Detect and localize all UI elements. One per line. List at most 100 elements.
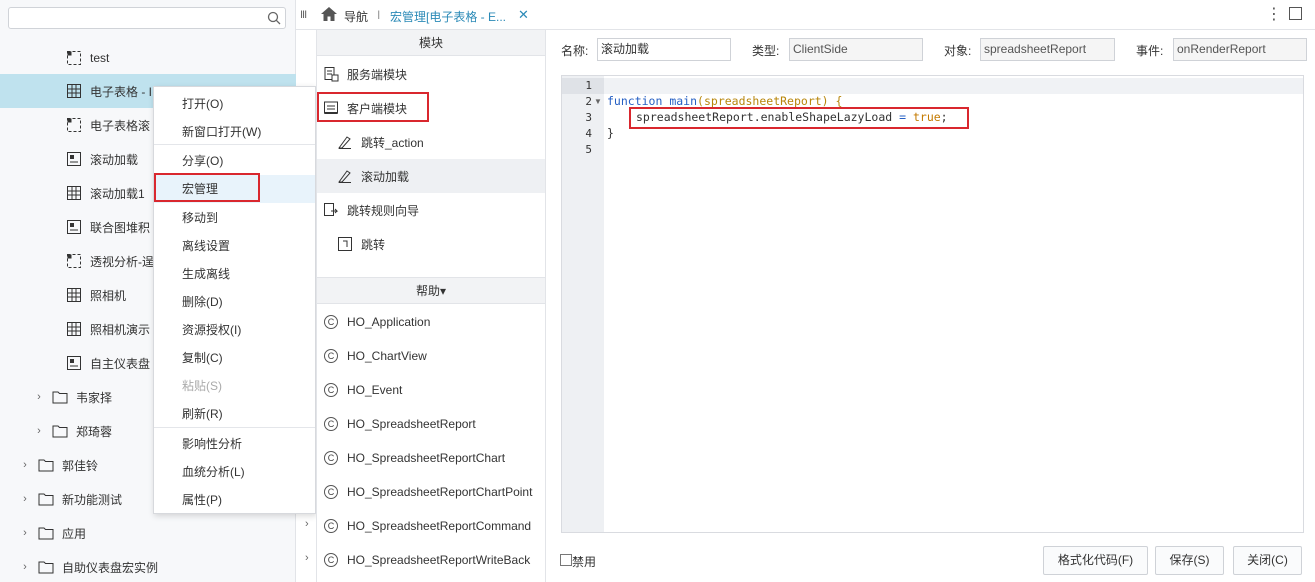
- fold-arrow-icon[interactable]: ▼: [594, 97, 602, 106]
- menu-item-impact-analysis[interactable]: 影响性分析: [154, 430, 315, 458]
- menu-item-move-to[interactable]: 移动到: [154, 204, 315, 232]
- object-label: 对象:: [944, 44, 972, 58]
- help-header[interactable]: 帮助▾: [317, 277, 545, 304]
- table-icon: [66, 321, 82, 337]
- macro-script-icon: [337, 168, 353, 184]
- chevron-right-icon[interactable]: ›: [32, 391, 46, 403]
- disable-checkbox[interactable]: [560, 554, 572, 566]
- dashboard-icon: [66, 151, 82, 167]
- chevron-right-icon[interactable]: ›: [18, 459, 32, 471]
- help-item-label: HO_SpreadsheetReportChart: [347, 451, 506, 465]
- menu-divider: [154, 427, 315, 428]
- class-icon: C: [324, 383, 338, 397]
- save-button[interactable]: 保存(S): [1155, 546, 1224, 575]
- search-input[interactable]: [8, 7, 286, 29]
- server-module-icon: [323, 66, 339, 82]
- code-param: spreadsheetReport: [703, 94, 822, 108]
- type-field: ClientSide: [789, 38, 923, 61]
- dashboard-icon: [66, 219, 82, 235]
- help-item[interactable]: C HO_Event: [317, 373, 545, 407]
- context-menu: 打开(O) 新窗口打开(W) 分享(O) 宏管理 移动到 离线设置 生成离线 删…: [153, 86, 316, 514]
- chevron-right-icon[interactable]: ›: [305, 518, 309, 530]
- close-icon[interactable]: ✕: [518, 7, 529, 23]
- class-icon: C: [324, 349, 338, 363]
- tree-item-test[interactable]: test: [0, 41, 296, 75]
- tab-bar: III 导航 I 宏管理[电子表格 - E... ✕ ⋮: [296, 0, 1315, 30]
- line-number: 2: [585, 95, 592, 108]
- help-item[interactable]: C HO_ChartView: [317, 339, 545, 373]
- menu-item-delete[interactable]: 删除(D): [154, 288, 315, 316]
- class-icon: C: [324, 553, 338, 567]
- format-code-button[interactable]: 格式化代码(F): [1043, 546, 1148, 575]
- menu-item-paste: 粘贴(S): [182, 379, 222, 393]
- menu-item-lineage-analysis[interactable]: 血统分析(L): [154, 458, 315, 486]
- code-function-name: main: [669, 94, 698, 108]
- line-number: 5: [585, 143, 592, 156]
- folder-icon: [38, 559, 54, 575]
- menu-item-properties[interactable]: 属性(P): [154, 486, 315, 514]
- tree-item-label: 应用: [62, 526, 87, 541]
- menu-item-open-new-window[interactable]: 新窗口打开(W): [154, 118, 315, 146]
- panel-toggle-icon[interactable]: III: [300, 9, 307, 21]
- tree-item-label: 郭佳铃: [62, 458, 99, 473]
- disable-label: 禁用: [572, 555, 597, 569]
- tab-navigation[interactable]: 导航: [344, 8, 368, 25]
- chevron-right-icon[interactable]: ›: [305, 552, 309, 564]
- help-item[interactable]: C HO_SpreadsheetReportChart: [317, 441, 545, 475]
- line-number: 3: [585, 111, 592, 124]
- module-jump[interactable]: 跳转: [317, 227, 545, 261]
- more-vertical-icon[interactable]: ⋮: [1266, 4, 1282, 24]
- code-punct: (: [697, 94, 704, 108]
- wizard-icon: [323, 202, 339, 218]
- name-field[interactable]: 滚动加载: [597, 38, 731, 61]
- menu-item-generate-offline[interactable]: 生成离线: [154, 260, 315, 288]
- pivot-icon: [66, 117, 82, 133]
- help-item[interactable]: C HO_SpreadsheetReportWriteBack: [317, 543, 545, 577]
- tree-item-label: 照相机演示: [90, 322, 151, 337]
- menu-item-refresh[interactable]: 刷新(R): [154, 400, 315, 428]
- modules-header: 模块: [317, 30, 545, 56]
- module-panel: 模块 服务端模块 客户端模块 跳转_action 滚动加载 跳转规则向导 跳转 …: [316, 30, 546, 582]
- menu-item-copy[interactable]: 复制(C): [154, 344, 315, 372]
- folder-icon: [38, 457, 54, 473]
- module-jump-rule-wizard[interactable]: 跳转规则向导: [317, 193, 545, 227]
- module-scroll-load[interactable]: 滚动加载: [317, 159, 545, 193]
- help-item[interactable]: C HO_Application: [317, 305, 545, 339]
- macro-script-icon: [337, 134, 353, 150]
- chevron-right-icon[interactable]: ›: [18, 527, 32, 539]
- module-label: 跳转: [361, 237, 386, 252]
- menu-item-open[interactable]: 打开(O): [154, 90, 315, 118]
- close-button[interactable]: 关闭(C): [1233, 546, 1302, 575]
- chevron-right-icon[interactable]: ›: [18, 493, 32, 505]
- module-jump-action[interactable]: 跳转_action: [317, 125, 545, 159]
- tree-item-label: 电子表格 - I: [90, 84, 152, 99]
- event-label: 事件:: [1136, 44, 1164, 58]
- tree-item-label: 自助仪表盘宏实例: [62, 560, 159, 575]
- tab-separator: I: [377, 8, 381, 22]
- module-server[interactable]: 服务端模块: [317, 57, 545, 91]
- tree-item-label: 联合图堆积: [90, 220, 151, 235]
- tab-macro-management[interactable]: 宏管理[电子表格 - E...: [390, 8, 506, 25]
- help-item[interactable]: C HO_SpreadsheetReport: [317, 407, 545, 441]
- help-item[interactable]: C HO_SpreadsheetReportCommand: [317, 509, 545, 543]
- line-number: 4: [585, 127, 592, 140]
- help-item[interactable]: C HO_SpreadsheetReportChartPoint: [317, 475, 545, 509]
- tree-folder-dashboard-macro-example[interactable]: › 自助仪表盘宏实例: [0, 550, 296, 582]
- maximize-icon[interactable]: [1289, 7, 1302, 20]
- menu-item-share[interactable]: 分享(O): [154, 147, 315, 175]
- tree-item-label: 新功能测试: [62, 492, 123, 507]
- code-editor[interactable]: 1 2 ▼ 3 4 5 function main(spreadsheetRep…: [561, 75, 1304, 533]
- home-icon[interactable]: [320, 6, 338, 22]
- menu-item-resource-auth[interactable]: 资源授权(I): [154, 316, 315, 344]
- chevron-right-icon[interactable]: ›: [32, 425, 46, 437]
- menu-item-offline-settings[interactable]: 离线设置: [154, 232, 315, 260]
- help-item-label: HO_SpreadsheetReportCommand: [347, 519, 532, 533]
- chevron-right-icon[interactable]: ›: [18, 561, 32, 573]
- help-item-label: HO_SpreadsheetReportChartPoint: [347, 485, 533, 499]
- search-icon[interactable]: [267, 11, 281, 25]
- module-label: 服务端模块: [347, 67, 408, 82]
- tree-item-label: 透视分析-逞: [90, 254, 154, 269]
- object-field: spreadsheetReport: [980, 38, 1115, 61]
- table-icon: [66, 83, 82, 99]
- tree-folder-application[interactable]: › 应用: [0, 516, 296, 550]
